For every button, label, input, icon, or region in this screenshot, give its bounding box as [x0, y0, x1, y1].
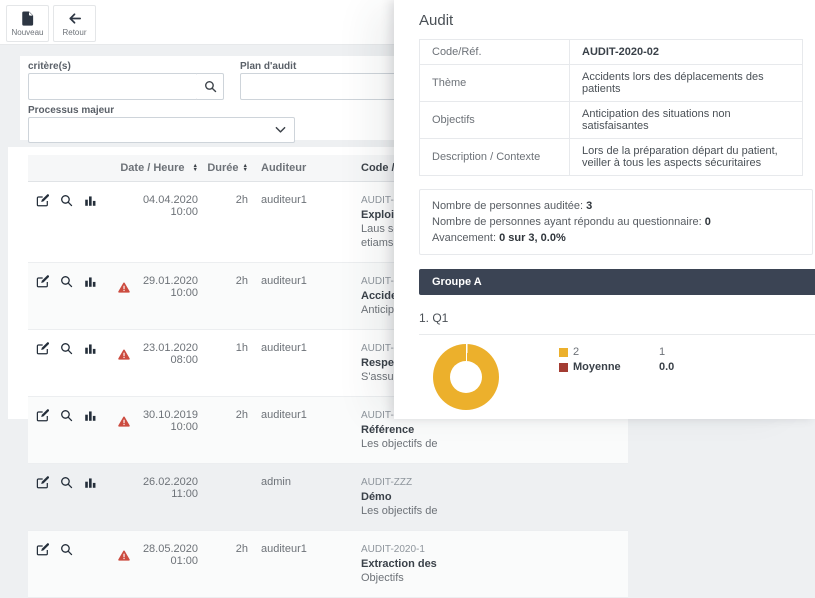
view-icon[interactable] — [60, 194, 73, 207]
detail-row: Description / Contexte Lors de la prépar… — [420, 139, 803, 176]
chart-icon[interactable] — [84, 275, 97, 288]
table-row: 26.02.2020 11:00 admin AUDIT-ZZZ Démo Le… — [28, 464, 628, 531]
table-row: 28.05.2020 01:00 2h auditeur1 AUDIT-2020… — [28, 531, 628, 598]
view-icon[interactable] — [60, 275, 73, 288]
view-icon[interactable] — [60, 342, 73, 355]
chart-icon[interactable] — [84, 476, 97, 489]
legend-swatch — [559, 363, 568, 372]
new-file-icon — [20, 11, 35, 26]
warning-icon — [118, 416, 130, 427]
edit-icon[interactable] — [36, 342, 49, 355]
chevron-down-icon — [275, 126, 286, 134]
process-label: Processus majeur — [28, 105, 114, 116]
criteria-label: critère(s) — [28, 61, 71, 72]
criteria-search-button[interactable] — [197, 73, 224, 100]
chart-legend: 2 1 Moyenne 0.0 — [559, 346, 674, 410]
summary-line: Nombre de personnes ayant répondu au que… — [432, 214, 800, 230]
plan-label: Plan d'audit — [240, 61, 296, 72]
legend-item: Moyenne 0.0 — [559, 361, 674, 373]
column-header-auditor[interactable]: Auditeur — [248, 162, 343, 174]
audit-summary-box: Nombre de personnes auditée: 3 Nombre de… — [419, 189, 813, 255]
new-button[interactable]: Nouveau — [6, 5, 49, 42]
back-button[interactable]: Retour — [53, 5, 96, 42]
group-header-bar[interactable]: Groupe A — [419, 269, 815, 295]
chart-icon[interactable] — [84, 342, 97, 355]
warning-icon — [118, 349, 130, 360]
edit-icon[interactable] — [36, 194, 49, 207]
column-header-date[interactable]: Date / Heure ▲▼ — [118, 162, 198, 174]
new-button-label: Nouveau — [11, 28, 43, 37]
view-icon[interactable] — [60, 409, 73, 422]
view-icon[interactable] — [60, 476, 73, 489]
summary-line: Avancement: 0 sur 3, 0.0% — [432, 230, 800, 246]
audit-detail-panel: Audit Code/Réf. AUDIT-2020-02 Thème Acci… — [394, 0, 815, 419]
detail-row: Thème Accidents lors des déplacements de… — [420, 65, 803, 102]
edit-icon[interactable] — [36, 543, 49, 556]
chart-icon[interactable] — [84, 194, 97, 207]
back-arrow-icon — [67, 11, 83, 26]
warning-icon — [118, 282, 130, 293]
summary-line: Nombre de personnes auditée: 3 — [432, 198, 800, 214]
search-icon — [204, 80, 217, 93]
criteria-input[interactable] — [28, 73, 198, 100]
detail-row: Objectifs Anticipation des situations no… — [420, 102, 803, 139]
chart-icon[interactable] — [84, 409, 97, 422]
detail-row: Code/Réf. AUDIT-2020-02 — [420, 40, 803, 65]
process-select[interactable] — [28, 117, 295, 143]
legend-item: 2 1 — [559, 346, 674, 358]
edit-icon[interactable] — [36, 275, 49, 288]
back-button-label: Retour — [62, 28, 86, 37]
view-icon[interactable] — [60, 543, 73, 556]
question-title: 1. Q1 — [419, 311, 815, 335]
question-chart-row: 2 1 Moyenne 0.0 — [419, 344, 815, 410]
edit-icon[interactable] — [36, 409, 49, 422]
donut-chart — [433, 344, 499, 410]
edit-icon[interactable] — [36, 476, 49, 489]
audit-details-table: Code/Réf. AUDIT-2020-02 Thème Accidents … — [419, 39, 803, 176]
legend-swatch — [559, 348, 568, 357]
column-header-duration[interactable]: Durée ▲▼ — [198, 162, 248, 174]
warning-icon — [118, 550, 130, 561]
panel-title: Audit — [419, 12, 815, 29]
